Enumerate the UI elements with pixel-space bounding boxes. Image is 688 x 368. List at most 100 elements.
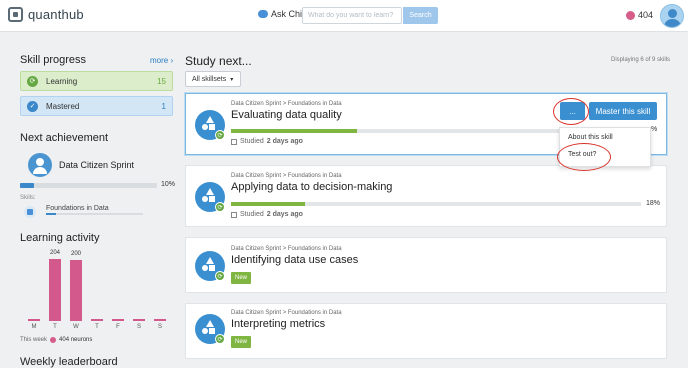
neuron-small-icon: [50, 337, 57, 343]
menu-item-test-out[interactable]: Test out?: [568, 151, 596, 158]
logo[interactable]: quanthub: [8, 7, 84, 22]
skill-card[interactable]: ⟳ Data Citizen Sprint > Foundations in D…: [185, 165, 667, 227]
refresh-badge-icon: ⟳: [215, 334, 225, 344]
activity-bar: [112, 319, 124, 321]
refresh-badge-icon: ⟳: [215, 130, 225, 140]
skill-breadcrumb: Data Citizen Sprint > Foundations in Dat…: [231, 246, 342, 252]
skill-breadcrumb: Data Citizen Sprint > Foundations in Dat…: [231, 173, 342, 179]
skill-title[interactable]: Interpreting metrics: [231, 318, 325, 330]
skill-title[interactable]: Applying data to decision-making: [231, 181, 392, 193]
master-skill-button[interactable]: Master this skill: [589, 102, 657, 120]
skillset-select[interactable]: All skillsets ▾: [185, 71, 241, 87]
refresh-badge-icon: ⟳: [215, 271, 225, 281]
studied-prefix: Studied: [240, 138, 264, 145]
skill-shapes-icon: ⟳: [195, 251, 225, 281]
top-bar: quanthub Ask Chip Search 404: [0, 0, 688, 32]
more-link-label: more: [150, 56, 169, 65]
achievement-progress-fill: [20, 183, 34, 188]
skills-label: Skills:: [20, 195, 36, 201]
ask-chip-link[interactable]: Ask Chip: [258, 9, 307, 19]
check-icon: ✓: [27, 100, 38, 112]
more-options-menu: About this skill Test out?: [559, 127, 651, 167]
refresh-icon: ⟳: [27, 75, 38, 87]
activity-bar: [154, 319, 166, 321]
activity-day-label: T: [53, 324, 57, 330]
achievement-skill-name[interactable]: Foundations in Data: [46, 205, 109, 212]
studied-when: 2 days ago: [266, 211, 303, 218]
skillset-select-value: All skillsets: [192, 75, 227, 83]
skill-progress-label: %: [651, 126, 658, 133]
this-week-label: This week: [20, 337, 48, 343]
learning-pill[interactable]: ⟳ Learning 15: [20, 71, 173, 91]
activity-bar-value: 204: [49, 250, 60, 256]
activity-day-label: F: [116, 324, 120, 330]
activity-bar: [28, 319, 40, 321]
skill-breadcrumb: Data Citizen Sprint > Foundations in Dat…: [231, 310, 342, 316]
chat-bubble-icon: [258, 10, 268, 18]
calendar-icon: [231, 211, 237, 218]
achievement-skill-progress-fill: [46, 213, 56, 215]
activity-day-label: S: [157, 324, 162, 330]
skill-shapes-icon: ⟳: [195, 314, 225, 344]
activity-bar: [70, 260, 82, 321]
learning-label: Learning: [46, 76, 78, 86]
achievement-name[interactable]: Data Citizen Sprint: [59, 160, 134, 170]
next-achievement-title: Next achievement: [20, 132, 109, 144]
skill-shapes-icon: ⟳: [195, 110, 225, 140]
studied-prefix: Studied: [240, 211, 264, 218]
skill-shapes-icon: [24, 206, 36, 218]
neuron-count[interactable]: 404: [626, 10, 653, 20]
refresh-badge-icon: ⟳: [215, 202, 225, 212]
this-week-value: 404 neurons: [59, 337, 93, 343]
achievement-progress-bar: [20, 183, 157, 188]
skill-card[interactable]: ⟳ Data Citizen Sprint > Foundations in D…: [185, 237, 667, 293]
search-input[interactable]: [302, 7, 402, 24]
neuron-icon: [626, 10, 635, 20]
skill-progress-fill: [231, 202, 305, 206]
skill-progress-title: Skill progress: [20, 54, 87, 66]
activity-bar: [133, 319, 145, 321]
displaying-count: Displaying 6 of 9 skills: [611, 57, 671, 63]
studied-info: Studied 2 days ago: [231, 138, 303, 145]
user-avatar[interactable]: [660, 4, 684, 28]
chip-logo-icon: [8, 7, 23, 22]
activity-bar-value: 200: [70, 251, 81, 257]
more-options-button[interactable]: ...: [560, 102, 585, 120]
calendar-icon: [231, 138, 237, 145]
learning-count: 15: [157, 76, 166, 86]
avatar-head: [668, 9, 677, 18]
activity-day-label: M: [31, 324, 37, 330]
search-button[interactable]: Search: [403, 7, 438, 24]
skill-shapes-icon: ⟳: [195, 182, 225, 212]
learning-activity-title: Learning activity: [20, 232, 100, 244]
more-link[interactable]: more ›: [150, 56, 173, 65]
skill-title[interactable]: Evaluating data quality: [231, 109, 342, 121]
neuron-count-value: 404: [638, 10, 654, 20]
achievement-progress-label: 10%: [161, 181, 176, 188]
skill-progress-fill: [231, 129, 357, 133]
skill-title[interactable]: Identifying data use cases: [231, 254, 358, 266]
avatar-body: [664, 19, 681, 27]
skill-progress-label: 18%: [646, 200, 661, 207]
skill-progress-bar: [231, 202, 641, 206]
weekly-leaderboard-title: Weekly leaderboard: [20, 356, 118, 368]
achievement-skill-progress-bar: [46, 213, 143, 215]
skill-breadcrumb: Data Citizen Sprint > Foundations in Dat…: [231, 101, 342, 107]
menu-item-about-skill[interactable]: About this skill: [568, 134, 613, 141]
logo-text: quanthub: [28, 7, 84, 22]
studied-info: Studied 2 days ago: [231, 211, 303, 218]
mastered-count: 1: [161, 101, 166, 111]
activity-bar: [49, 259, 61, 321]
new-badge: New: [231, 336, 251, 348]
skill-card[interactable]: ⟳ Data Citizen Sprint > Foundations in D…: [185, 303, 667, 359]
activity-day-label: T: [95, 324, 99, 330]
mastered-pill[interactable]: ✓ Mastered 1: [20, 96, 173, 116]
activity-bar: [91, 319, 103, 321]
study-next-title: Study next...: [185, 54, 252, 68]
new-badge: New: [231, 272, 251, 284]
mastered-label: Mastered: [46, 101, 80, 111]
achievement-person-icon: [28, 153, 52, 177]
this-week-summary: This week 404 neurons: [20, 337, 92, 343]
studied-when: 2 days ago: [266, 138, 303, 145]
activity-day-label: S: [136, 324, 141, 330]
